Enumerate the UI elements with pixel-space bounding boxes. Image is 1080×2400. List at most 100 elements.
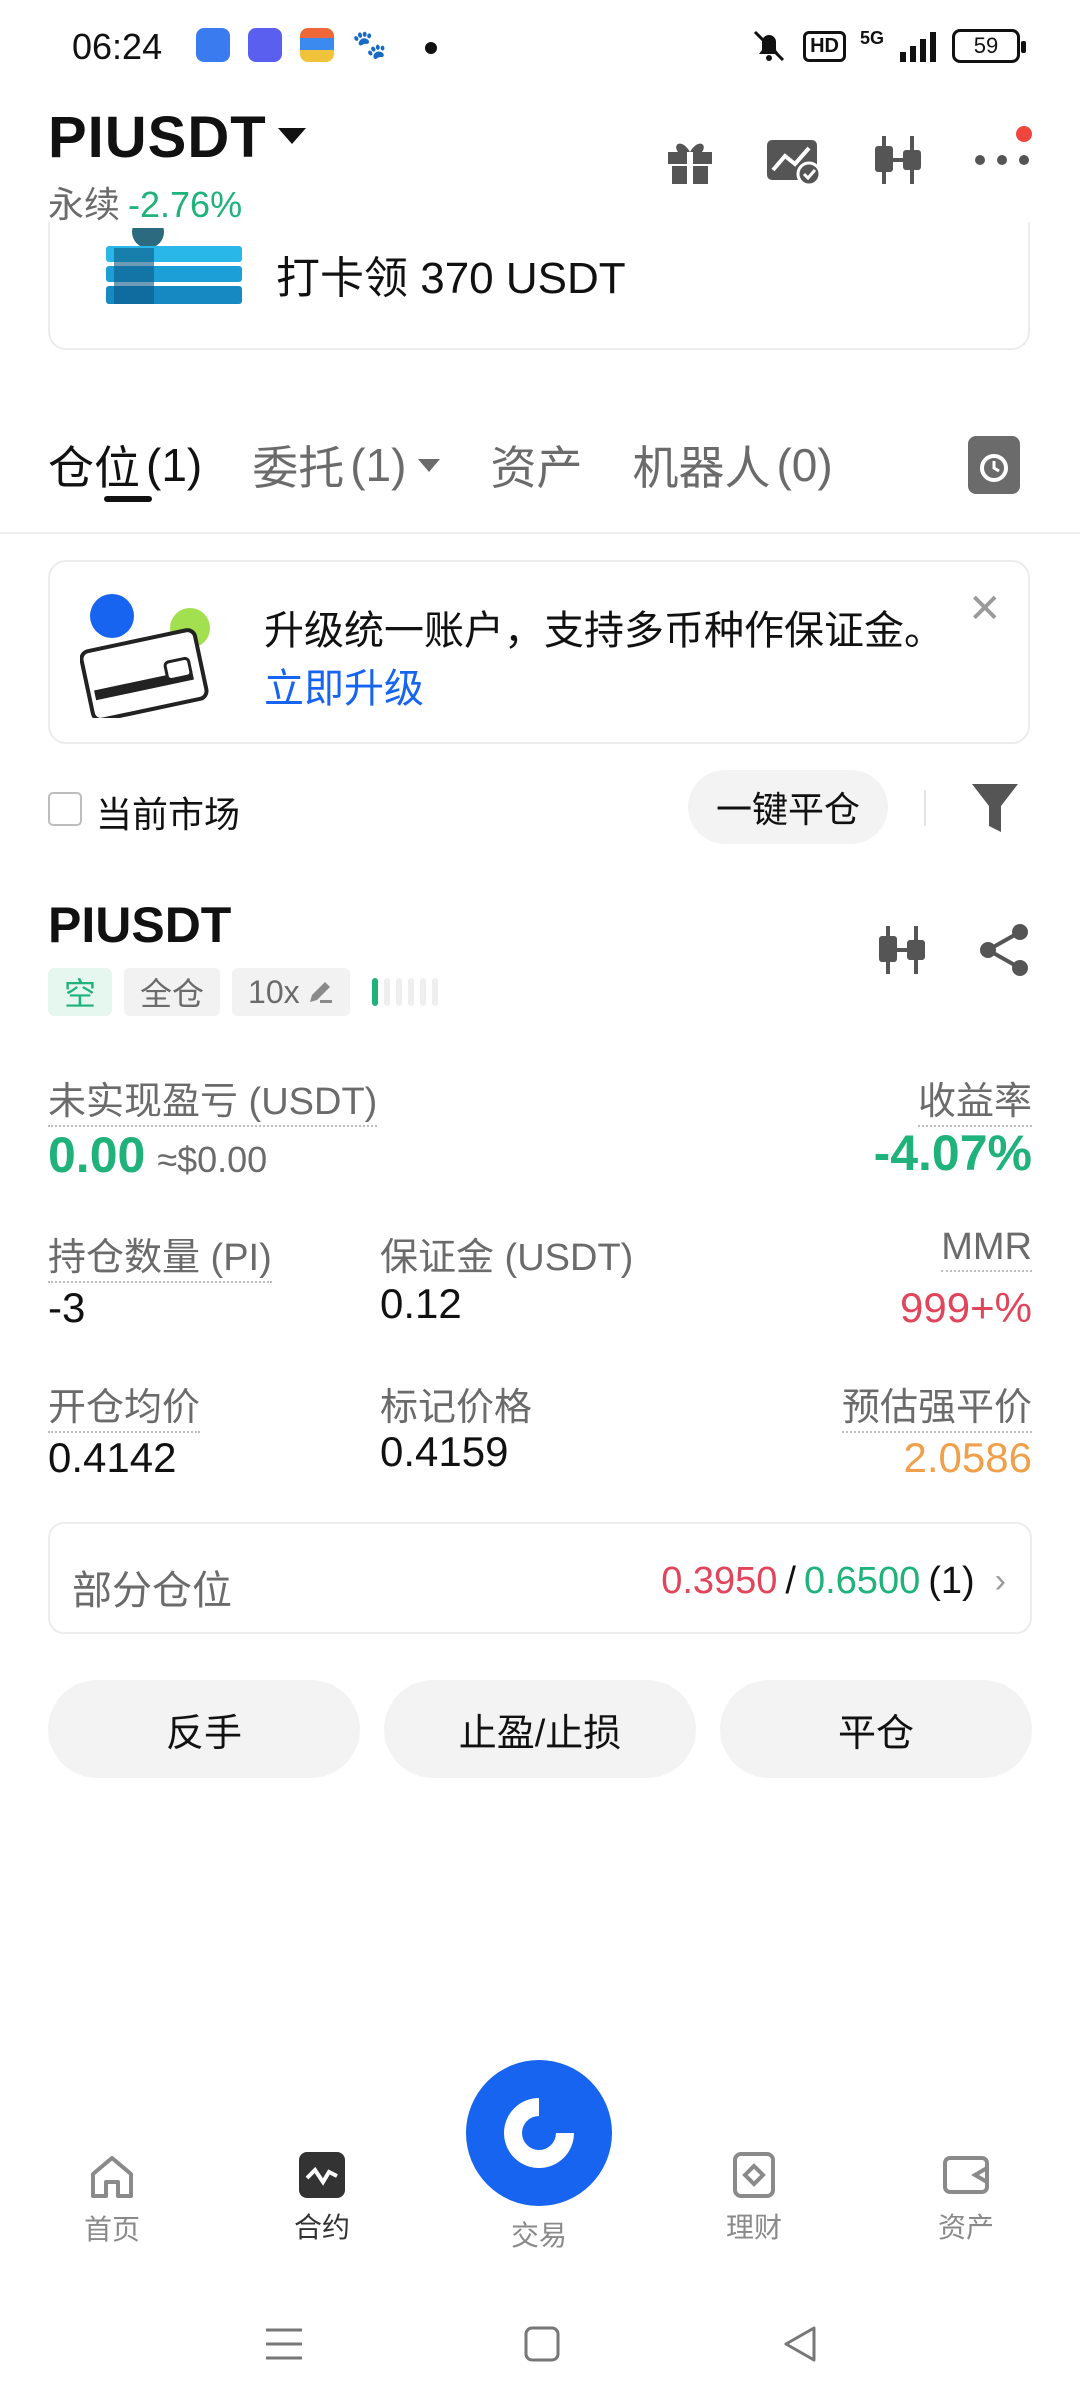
menu-icon[interactable]	[264, 2326, 304, 2362]
signal-icon	[900, 32, 936, 62]
nav-finance[interactable]: 理财	[684, 2150, 824, 2246]
adl-bar	[407, 978, 414, 1006]
tab-bots[interactable]: 机器人 (0)	[632, 432, 832, 498]
promo-banner-text: 打卡领 370 USDT	[276, 254, 626, 303]
margin-label: 保证金 (USDT)	[380, 1237, 634, 1279]
promo-banner-image	[104, 216, 244, 308]
unrealized-pnl-values: 0.00 ≈$0.00	[48, 1126, 267, 1184]
pair-title[interactable]: PIUSDT	[48, 104, 267, 171]
mark-price-value: 0.4159	[380, 1428, 509, 1475]
divider	[924, 790, 926, 826]
edit-icon	[309, 982, 332, 1003]
share-icon[interactable]	[976, 922, 1032, 983]
margin-block: 保证金 (USDT)	[380, 1226, 633, 1281]
wallet-illustration-icon	[79, 588, 220, 722]
current-market-checkbox[interactable]	[48, 792, 82, 826]
close-icon[interactable]: ✕	[968, 586, 1002, 632]
system-nav-bar	[0, 2300, 1080, 2400]
position-actions	[874, 922, 1032, 983]
status-bar: 06:24 🐾 HD 5G 59	[0, 0, 1080, 96]
price-change: -2.76%	[128, 184, 243, 225]
nav-futures[interactable]: 合约	[252, 2150, 392, 2246]
adl-bar	[383, 978, 390, 1006]
trade-fab[interactable]	[466, 2060, 612, 2206]
status-right: HD 5G 59	[749, 28, 1026, 64]
entry-price-label[interactable]: 开仓均价	[48, 1387, 201, 1433]
tab-count: (0)	[776, 439, 833, 491]
adl-bar	[419, 978, 426, 1006]
entry-price-value: 0.4142	[48, 1434, 177, 1481]
tab-label: 机器人	[632, 442, 771, 494]
more-notifications-dot	[425, 42, 437, 54]
tab-orders[interactable]: 委托 (1)	[252, 432, 441, 498]
adl-indicator	[371, 978, 438, 1006]
upgrade-now-link[interactable]: 立即升级	[264, 656, 424, 714]
app-notification-icon	[248, 28, 282, 62]
liq-block: 预估强平价	[841, 1376, 1032, 1433]
stop-loss-price: 0.6500	[803, 1560, 921, 1602]
size-label[interactable]: 持仓数量 (PI)	[48, 1237, 272, 1283]
margin-mode-tag[interactable]: 全仓	[124, 968, 221, 1016]
roi-block: 收益率	[917, 1070, 1032, 1127]
active-tab-indicator	[104, 496, 152, 502]
position-symbol: PIUSDT	[48, 897, 232, 953]
tpsl-button[interactable]: 止盈/止损	[384, 1680, 696, 1778]
chart-settings-icon[interactable]	[764, 130, 824, 190]
upgrade-description: 升级统一账户，支持多币种作保证金。	[264, 609, 944, 653]
nav-home[interactable]: 首页	[42, 2152, 182, 2248]
pair-subtitle: 永续 -2.76%	[48, 176, 242, 228]
close-all-button[interactable]: 一键平仓	[688, 770, 888, 844]
more-icon[interactable]	[972, 126, 1032, 190]
gift-icon[interactable]	[660, 130, 720, 190]
home-square-icon[interactable]	[524, 2326, 560, 2362]
nav-futures-label: 合约	[293, 2212, 350, 2243]
unrealized-pnl-usd: ≈$0.00	[157, 1139, 268, 1180]
trade-label: 交易	[510, 2220, 567, 2251]
filter-icon[interactable]	[970, 780, 1020, 836]
tab-assets[interactable]: 资产	[490, 432, 582, 498]
mmr-label[interactable]: MMR	[941, 1226, 1032, 1272]
header-actions	[660, 126, 1032, 190]
tab-positions[interactable]: 仓位 (1)	[48, 432, 202, 498]
roi-label[interactable]: 收益率	[917, 1081, 1032, 1127]
network-label: 5G	[859, 28, 884, 48]
current-market-label: 当前市场	[96, 794, 241, 835]
roi-value: -4.07%	[873, 1125, 1032, 1181]
position-tags: 空 全仓 10x	[48, 968, 438, 1016]
candlestick-icon[interactable]	[868, 130, 928, 190]
contract-type: 永续	[48, 184, 121, 225]
entry-block: 开仓均价	[48, 1376, 201, 1433]
reverse-button[interactable]: 反手	[48, 1680, 360, 1778]
chevron-right-icon: ›	[994, 1562, 1006, 1600]
leverage-tag[interactable]: 10x	[232, 968, 350, 1016]
adl-bar	[371, 978, 378, 1006]
tab-count: (1)	[350, 439, 407, 491]
adl-bar	[431, 978, 438, 1006]
tabs-divider	[0, 532, 1080, 534]
close-position-button[interactable]: 平仓	[720, 1680, 1032, 1778]
tab-count: (1)	[146, 439, 203, 491]
nav-assets[interactable]: 资产	[896, 2150, 1036, 2246]
app-notification-icon	[300, 28, 334, 62]
candlestick-icon[interactable]	[874, 922, 930, 983]
history-document-icon[interactable]	[968, 436, 1020, 494]
pair-dropdown-caret-icon[interactable]	[278, 128, 306, 144]
size-block: 持仓数量 (PI)	[48, 1226, 272, 1283]
liq-price-label[interactable]: 预估强平价	[841, 1387, 1032, 1433]
baidu-icon: 🐾	[352, 28, 387, 62]
trade-logo-icon	[504, 2098, 574, 2168]
tab-label: 仓位	[48, 442, 140, 494]
partial-count: (1)	[928, 1560, 975, 1602]
size-value: -3	[48, 1284, 86, 1331]
tab-label: 资产	[490, 442, 583, 494]
back-icon[interactable]	[782, 2324, 818, 2364]
partial-position-values: 0.3950 / 0.6500 (1) ›	[661, 1560, 1006, 1603]
separator: /	[785, 1560, 796, 1602]
unrealized-pnl-label[interactable]: 未实现盈亏 (USDT)	[48, 1081, 378, 1127]
futures-icon	[299, 2152, 345, 2198]
finance-icon	[733, 2152, 775, 2198]
chevron-down-icon	[418, 458, 441, 472]
app-notification-icon	[196, 28, 230, 62]
mute-icon	[754, 30, 785, 62]
tab-label: 委托	[252, 442, 345, 494]
